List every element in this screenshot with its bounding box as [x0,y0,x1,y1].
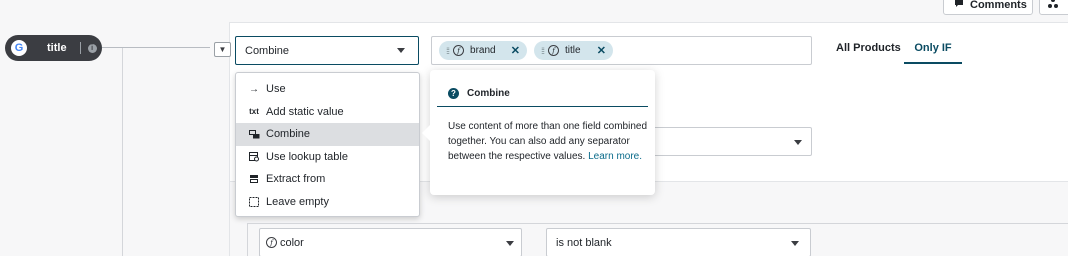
tooltip-pointer [422,125,430,141]
menu-item-use-lookup-table[interactable]: Use lookup table [236,146,419,169]
txt-icon: txt [249,107,259,117]
condition-field-value: color [280,236,304,249]
tooltip-title: Combine [467,87,510,99]
mode-dropdown-menu: → Use txt Add static value Combine Use l… [235,72,420,217]
remove-icon[interactable]: ✕ [597,44,606,57]
chip-label: title [565,45,581,56]
caret-down-icon [794,140,802,145]
combine-fields-input[interactable]: ⁞⁞ f brand ✕ ⁞⁞ f title ✕ [431,36,812,65]
drag-handle-icon[interactable]: ⁞⁞ [541,46,545,56]
extract-icon [248,173,260,185]
lookup-table-icon [248,151,260,163]
condition-operator-select[interactable]: is not blank [546,228,811,256]
menu-item-label: Leave empty [266,195,329,208]
mode-select[interactable]: Combine [235,36,419,65]
share-button[interactable] [1039,0,1068,15]
function-icon: f [453,45,465,56]
empty-box-icon [248,196,260,208]
menu-item-combine[interactable]: Combine [236,123,419,146]
chip-label: brand [470,45,496,56]
combine-icon [248,128,260,140]
help-icon: ? [448,87,459,99]
divider [79,42,81,54]
menu-item-label: Use lookup table [266,150,348,163]
drag-handle-icon[interactable]: ⁞⁞ [446,46,450,56]
menu-item-extract-from[interactable]: Extract from [236,168,419,191]
caret-down-icon [506,241,514,246]
comments-button[interactable]: Comments [943,0,1033,15]
menu-item-leave-empty[interactable]: Leave empty [236,191,419,214]
combine-tooltip: ? Combine Use content of more than one f… [422,70,655,195]
tooltip-header: ? Combine [437,80,648,107]
google-icon: G [11,40,27,56]
menu-item-label: Extract from [266,173,326,186]
partially-hidden-select[interactable] [640,127,812,156]
menu-item-use[interactable]: → Use [236,78,419,101]
field-pill[interactable]: G title i [5,35,102,61]
menu-item-label: Add static value [266,105,344,118]
comments-label: Comments [970,0,1027,11]
chevron-down-icon: ▼ [218,45,227,54]
collapse-button[interactable]: ▼ [214,42,231,57]
share-icon [1048,0,1058,11]
field-chip[interactable]: ⁞⁞ f brand ✕ [439,41,527,60]
remove-icon[interactable]: ✕ [511,44,520,57]
tree-rail [122,48,123,256]
condition-operator-value: is not blank [556,236,612,249]
caret-down-icon [791,241,799,246]
menu-item-label: Use [266,83,286,96]
tooltip-body: Use content of more than one field combi… [448,119,648,164]
function-icon: f [548,45,560,56]
active-tab-indicator [904,62,962,64]
mode-select-value: Combine [245,44,290,57]
menu-item-add-static-value[interactable]: txt Add static value [236,101,419,124]
menu-item-label: Combine [266,128,311,141]
arrow-right-icon: → [249,83,259,95]
info-icon[interactable]: i [87,43,97,53]
condition-field-select[interactable]: f color [259,228,522,256]
function-icon: f [266,237,277,248]
caret-down-icon [397,48,405,53]
connector-line [102,47,210,48]
learn-more-link[interactable]: Learn more. [588,151,642,162]
field-name: title [47,42,67,54]
comment-icon [954,0,964,11]
tab-only-if[interactable]: Only IF [904,42,962,54]
field-chip[interactable]: ⁞⁞ f title ✕ [534,41,613,60]
tab-all-products[interactable]: All Products [836,42,901,54]
